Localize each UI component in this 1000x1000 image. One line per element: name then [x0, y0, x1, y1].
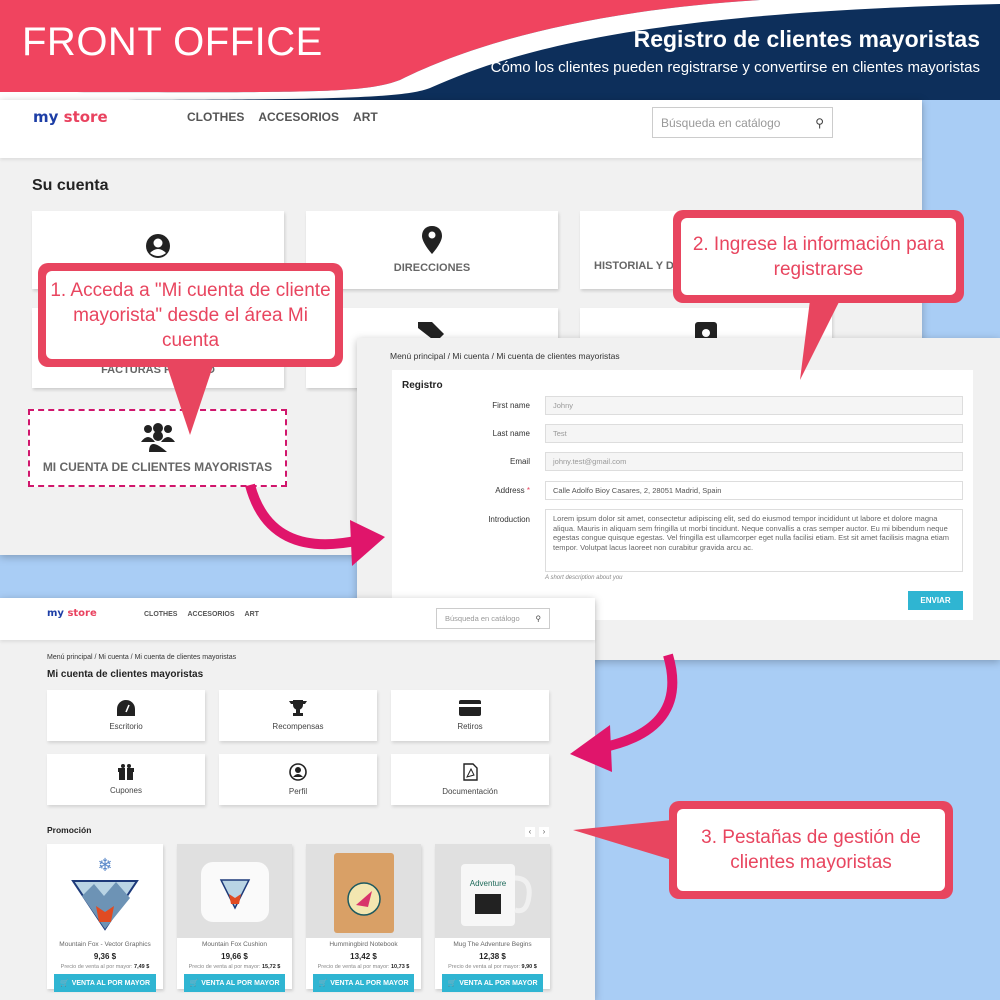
arrow-to-form: [245, 483, 362, 550]
callout-2-tail: [800, 300, 840, 380]
callout-step-2: 2. Ingrese la información para registrar…: [673, 210, 964, 303]
callout-1-tail: [165, 360, 215, 435]
callout-3-tail: [573, 820, 672, 860]
callout-step-1: 1. Acceda a "Mi cuenta de cliente mayori…: [38, 263, 343, 367]
callout-step-3: 3. Pestañas de gestión de clientes mayor…: [669, 801, 953, 899]
arrow-to-account: [599, 653, 678, 753]
